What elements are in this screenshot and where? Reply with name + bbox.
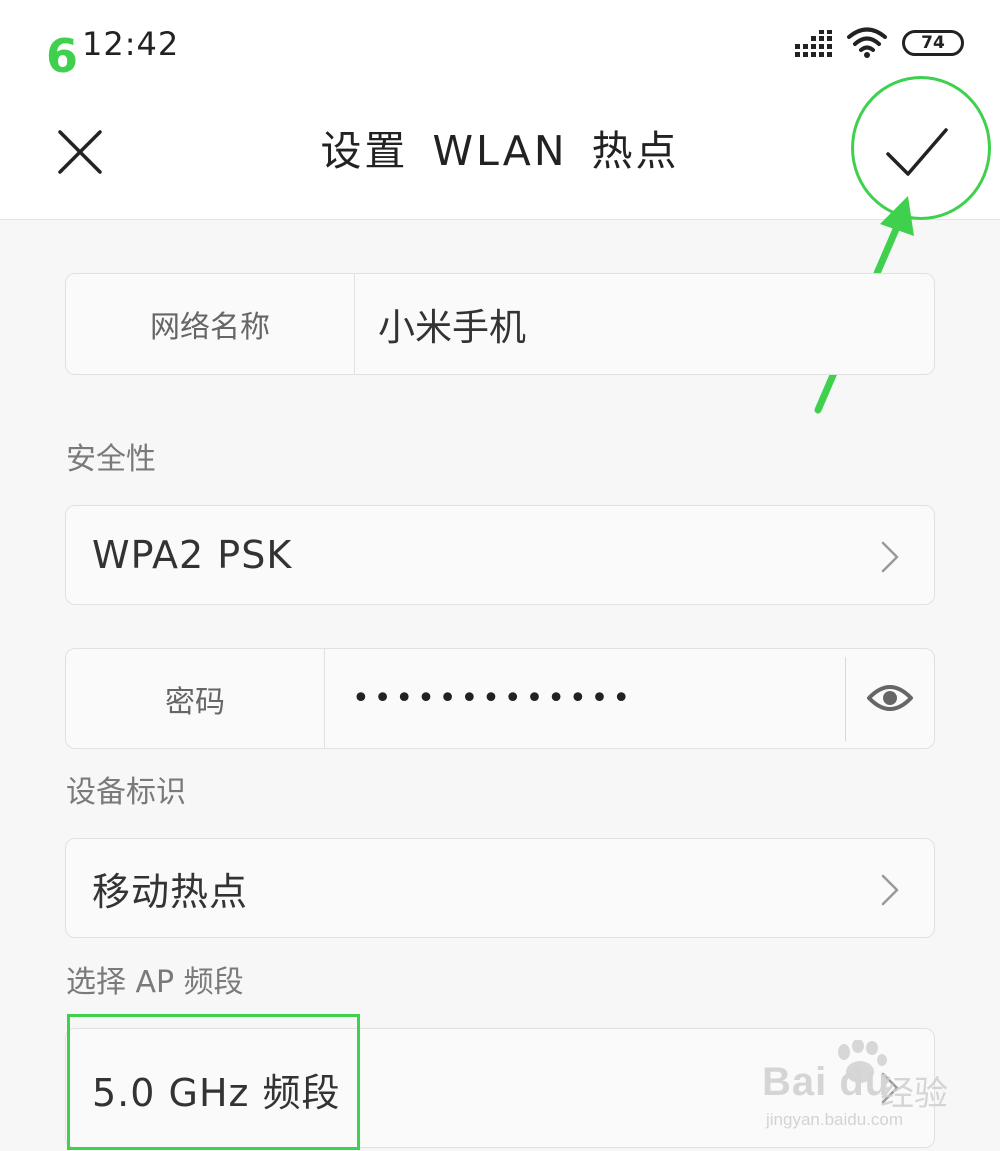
- top-bar: 6 12:42 74 设置 WLAN 热点: [0, 0, 1000, 220]
- page-title: 设置 WLAN 热点: [320, 127, 680, 175]
- network-name-label: 网络名称: [150, 310, 270, 345]
- password-input[interactable]: •••••••••••••: [352, 649, 634, 748]
- battery-icon: 74: [902, 30, 964, 56]
- network-name-input[interactable]: 小米手机: [378, 274, 526, 374]
- device-id-select[interactable]: 移动热点: [65, 838, 935, 938]
- password-card: 密码 •••••••••••••: [65, 648, 935, 749]
- watermark-logo-text: Bai du: [762, 1060, 891, 1104]
- ap-band-highlight-box: [67, 1014, 360, 1150]
- network-name-card: 网络名称 小米手机: [65, 273, 935, 375]
- security-value: WPA2 PSK: [92, 533, 293, 577]
- password-label: 密码: [165, 684, 225, 720]
- watermark-url: jingyan.baidu.com: [766, 1110, 904, 1129]
- signal-icon: [795, 30, 832, 57]
- security-section-label: 安全性: [66, 442, 156, 477]
- eye-icon[interactable]: [866, 680, 914, 716]
- chevron-right-icon: [881, 541, 899, 573]
- security-select[interactable]: WPA2 PSK: [65, 505, 935, 605]
- close-icon[interactable]: [52, 124, 108, 180]
- device-id-value: 移动热点: [92, 869, 249, 914]
- field-divider: [324, 649, 325, 748]
- baidu-watermark: Bai du 经验 jingyan.baidu.com: [762, 1040, 952, 1135]
- eye-divider: [845, 657, 846, 741]
- step-number-annotation: 6: [46, 29, 79, 83]
- wifi-icon: [847, 27, 887, 58]
- field-divider: [354, 274, 355, 374]
- watermark-cn-text: 经验: [880, 1074, 948, 1114]
- ap-band-section-label: 选择 AP 频段: [66, 965, 244, 1000]
- status-time: 12:42: [82, 25, 180, 63]
- chevron-right-icon: [881, 874, 899, 906]
- device-id-section-label: 设备标识: [66, 775, 186, 810]
